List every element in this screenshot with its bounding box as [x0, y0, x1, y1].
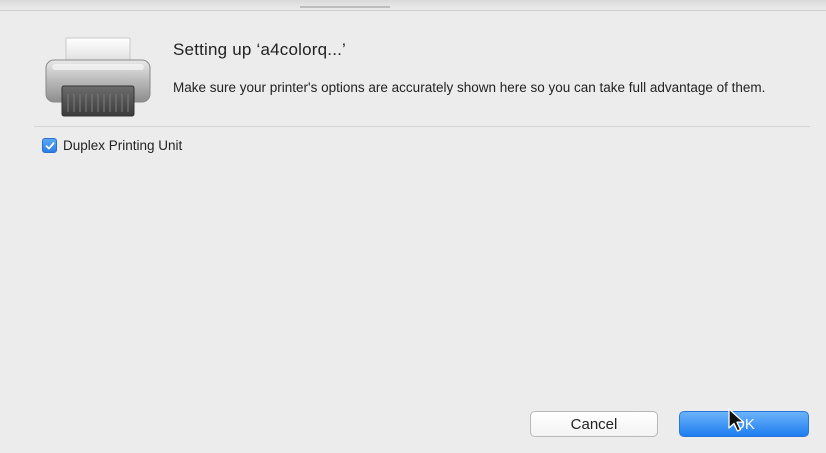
window-top-edge [0, 0, 826, 11]
divider [34, 126, 810, 127]
duplex-checkbox[interactable] [42, 138, 57, 153]
window-edge-highlight [300, 6, 390, 8]
ok-button[interactable]: OK [679, 411, 809, 437]
printer-icon [45, 37, 151, 117]
cancel-button[interactable]: Cancel [530, 411, 658, 437]
printer-setup-dialog: Setting up ‘a4colorq...’ Make sure your … [0, 0, 826, 453]
dialog-description: Make sure your printer's options are acc… [173, 80, 766, 95]
dialog-title: Setting up ‘a4colorq...’ [173, 40, 347, 59]
checkmark-icon [45, 141, 54, 149]
duplex-option[interactable]: Duplex Printing Unit [42, 138, 182, 153]
duplex-label: Duplex Printing Unit [63, 138, 183, 153]
